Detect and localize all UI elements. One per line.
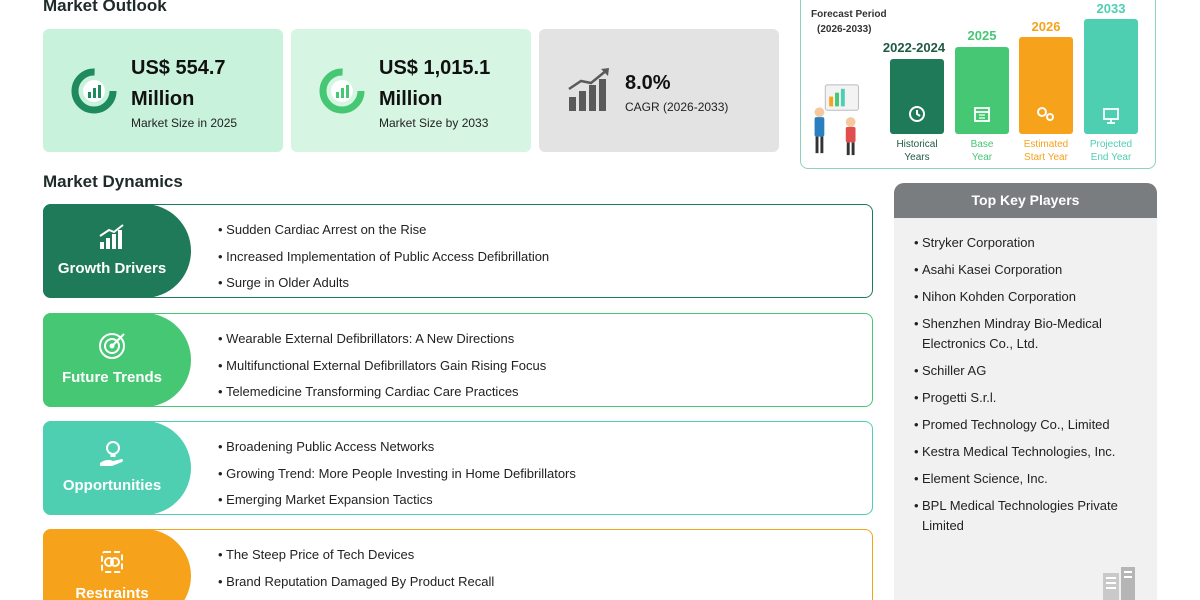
list-item: • Nihon Kohden Corporation bbox=[914, 289, 1076, 304]
list-item: • Emerging Market Expansion Tactics bbox=[218, 492, 433, 507]
market-size-2025-card: US$ 554.7 Million Market Size in 2025 bbox=[43, 29, 283, 152]
gears-icon bbox=[1037, 107, 1054, 121]
forecast-period-range: (2026-2033) bbox=[817, 24, 872, 35]
future-trends-row: Future Trends • Wearable External Defibr… bbox=[43, 313, 873, 407]
bar-growth-icon bbox=[99, 224, 124, 249]
forecast-bar-historical bbox=[890, 59, 944, 134]
list-item: • Schiller AG bbox=[914, 363, 987, 378]
list-item: • Kestra Medical Technologies, Inc. bbox=[914, 444, 1116, 459]
restraints-pill: Restraints bbox=[43, 529, 191, 600]
restraints-label: Restraints bbox=[75, 585, 149, 600]
restraint-icon bbox=[101, 551, 123, 573]
forecast-bar-base-year: 2025 bbox=[967, 28, 997, 43]
market-outlook-title: Market Outlook bbox=[43, 0, 167, 15]
opportunities-pill: Opportunities bbox=[43, 421, 191, 515]
cagr-label: CAGR (2026-2033) bbox=[625, 100, 729, 114]
top-key-players-list: • Stryker Corporation • Asahi Kasei Corpor… bbox=[914, 233, 1144, 543]
list-item: • Progetti S.r.l. bbox=[914, 390, 997, 405]
opportunities-label: Opportunities bbox=[62, 477, 162, 494]
people-analytics-illustration bbox=[814, 84, 859, 156]
list-item: • Broadening Public Access Networks bbox=[218, 439, 435, 454]
forecast-bar-estimated-year: 2026 bbox=[1031, 19, 1061, 34]
donut-chart-icon bbox=[71, 68, 117, 114]
forecast-bar-base bbox=[955, 47, 1009, 134]
opportunities-list: • Broadening Public Access Networks • Gr… bbox=[218, 438, 576, 518]
future-trends-pill: Future Trends bbox=[43, 313, 191, 407]
forecast-bar-projected bbox=[1084, 19, 1138, 134]
list-item: • Shenzhen Mindray Bio-Medical Electronic… bbox=[914, 316, 1102, 351]
list-item: • Asahi Kasei Corporation bbox=[914, 262, 1063, 277]
list-item: • BPL Medical Technologies Private Limite… bbox=[914, 498, 1118, 533]
list-item: • Stryker Corporation bbox=[914, 235, 1035, 250]
growth-drivers-row: Growth Drivers • Sudden Cardiac Arrest o… bbox=[43, 204, 873, 298]
market-size-2025-value: US$ 554.7 Million bbox=[131, 57, 226, 110]
future-trends-label: Future Trends bbox=[61, 369, 162, 386]
market-size-2033-card: US$ 1,015.1 Million Market Size by 2033 bbox=[291, 29, 531, 152]
top-key-players-panel: Top Key Players • Stryker Corporation • As… bbox=[894, 183, 1157, 600]
opportunities-row: Opportunities • Broadening Public Access… bbox=[43, 421, 873, 515]
donut-chart-icon bbox=[319, 68, 365, 114]
growth-drivers-label: Growth Drivers bbox=[57, 260, 167, 277]
buildings-icon bbox=[1103, 567, 1135, 600]
lightbulb-hand-icon bbox=[100, 441, 123, 466]
list-item: • Brand Reputation Damaged By Product Re… bbox=[218, 573, 495, 589]
market-dynamics-title: Market Dynamics bbox=[43, 172, 183, 191]
target-icon bbox=[99, 333, 125, 359]
forecast-bar-projected-year: 2033 bbox=[1096, 1, 1126, 16]
presentation-icon bbox=[1103, 108, 1119, 124]
top-key-players-title: Top Key Players bbox=[894, 183, 1157, 218]
market-size-2033-label: Market Size by 2033 bbox=[379, 116, 489, 130]
list-item: • Sudden Cardiac Arrest on the Rise bbox=[218, 222, 427, 237]
cagr-value: 8.0% bbox=[625, 72, 671, 94]
list-item: • Multifunctional External Defibrillator… bbox=[218, 357, 547, 373]
list-item: • Promed Technology Co., Limited bbox=[914, 417, 1110, 432]
list-item: • Wearable External Defibrillators: A Ne… bbox=[218, 331, 515, 346]
list-item: • Telemedicine Transforming Cardiac Care… bbox=[218, 384, 519, 399]
forecast-bar-estimated bbox=[1019, 37, 1073, 134]
list-item: • Element Science, Inc. bbox=[914, 471, 1048, 486]
forecast-bar-projected-caption: Projected End Year bbox=[1089, 139, 1133, 163]
forecast-period-panel: Forecast Period (2026-2033) 2022-2024 Hi… bbox=[800, 0, 1156, 169]
calendar-icon bbox=[974, 107, 990, 122]
list-item: • Surge in Older Adults bbox=[218, 275, 350, 290]
history-icon bbox=[909, 106, 925, 122]
forecast-bar-historical-caption: Historical Years bbox=[896, 139, 938, 163]
forecast-period-title: Forecast Period bbox=[811, 9, 887, 20]
market-size-2033-value: US$ 1,015.1 Million bbox=[379, 57, 491, 110]
list-item: • Growing Trend: More People Investing i… bbox=[218, 465, 576, 481]
growth-drivers-pill: Growth Drivers bbox=[43, 204, 191, 298]
forecast-bar-estimated-caption: Estimated Start Year bbox=[1023, 139, 1069, 163]
restraints-row: Restraints • The Steep Price of Tech Dev… bbox=[43, 529, 873, 600]
future-trends-list: • Wearable External Defibrillators: A Ne… bbox=[218, 330, 546, 410]
cagr-card: 8.0% CAGR (2026-2033) bbox=[539, 29, 779, 152]
forecast-bar-historical-year: 2022-2024 bbox=[882, 40, 946, 55]
forecast-bar-base-caption: Base Year bbox=[970, 139, 994, 163]
restraints-list: • The Steep Price of Tech Devices • Bran… bbox=[218, 546, 494, 599]
growth-drivers-list: • Sudden Cardiac Arrest on the Rise • In… bbox=[218, 221, 549, 301]
growth-bar-chart-icon bbox=[568, 68, 609, 111]
list-item: • Increased Implementation of Public Acc… bbox=[218, 248, 550, 264]
list-item: • The Steep Price of Tech Devices bbox=[218, 547, 415, 562]
market-size-2025-label: Market Size in 2025 bbox=[131, 116, 238, 130]
